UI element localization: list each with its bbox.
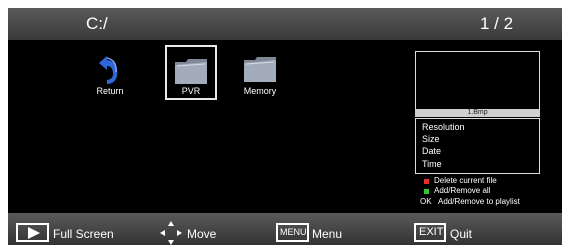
info-date: Date xyxy=(422,146,442,156)
current-path: C:/ xyxy=(86,14,108,33)
menu-label: Menu xyxy=(312,227,343,241)
folder-icon xyxy=(175,59,207,84)
red-key-icon xyxy=(424,179,429,184)
memory-label: Memory xyxy=(243,86,277,96)
fullscreen-label: Full Screen xyxy=(53,227,114,241)
folder-icon xyxy=(244,57,276,82)
menu-key-label: MENU xyxy=(280,227,307,237)
header-bar: C:/ 1 / 2 xyxy=(8,8,562,40)
quit-label: Quit xyxy=(450,227,473,241)
move-label: Move xyxy=(187,227,217,241)
return-arrow-icon xyxy=(99,56,118,84)
play-icon xyxy=(28,227,40,239)
media-browser-screen: C:/ 1 / 2 Return PVR Memory 1.Bmp Resolu… xyxy=(8,8,562,245)
hint-add-remove-playlist: Add/Remove to playlist xyxy=(438,197,520,206)
navigation-arrows-icon xyxy=(160,221,182,245)
info-resolution: Resolution xyxy=(422,122,465,132)
info-time: Time xyxy=(422,159,442,169)
preview-pane xyxy=(415,51,540,111)
green-key-icon xyxy=(424,189,429,194)
bottom-bar: Full Screen Move MENU Menu EXIT Quit xyxy=(8,213,562,245)
hint-ok-key: OK xyxy=(420,197,432,206)
return-label: Return xyxy=(96,86,124,96)
info-size: Size xyxy=(422,134,440,144)
exit-button[interactable]: EXIT xyxy=(414,223,446,242)
preview-filename: 1.Bmp xyxy=(415,109,540,117)
hint-add-remove-all: Add/Remove all xyxy=(434,186,491,195)
menu-button[interactable]: MENU xyxy=(276,223,309,242)
pvr-label: PVR xyxy=(181,86,201,96)
hint-delete: Delete current file xyxy=(434,176,497,185)
fullscreen-button[interactable] xyxy=(16,223,49,242)
page-indicator: 1 / 2 xyxy=(480,14,514,33)
exit-key-label: EXIT xyxy=(419,226,444,238)
file-info-panel: Resolution Size Date Time xyxy=(415,118,540,174)
